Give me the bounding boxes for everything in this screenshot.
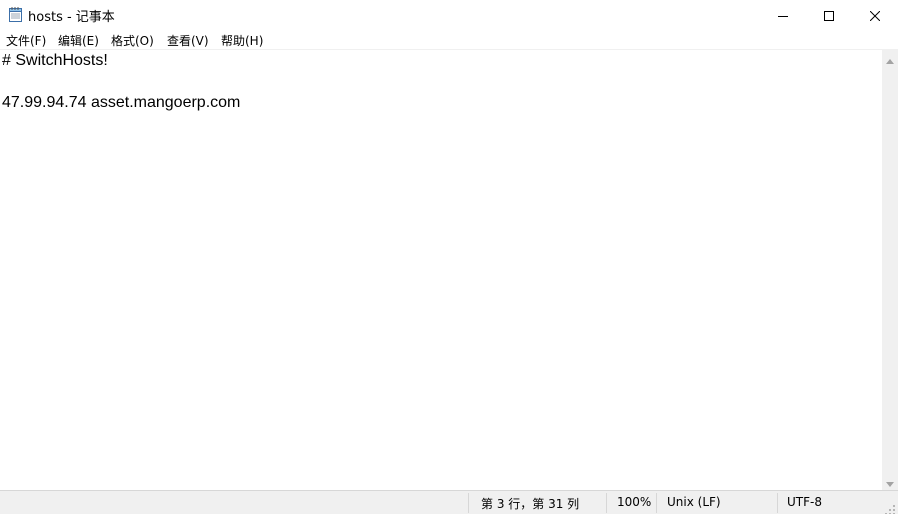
editor-line-1: # SwitchHosts! [2,52,108,69]
menu-help[interactable]: 帮助(H) [221,32,263,49]
menu-view[interactable]: 查看(V) [167,32,209,49]
maximize-icon [824,6,834,25]
minimize-button[interactable] [760,0,806,30]
scroll-down-arrow-icon [886,472,894,491]
menu-format[interactable]: 格式(O) [111,32,154,49]
menu-file[interactable]: 文件(F) [6,32,46,49]
close-icon [869,6,881,25]
status-separator [606,493,607,513]
status-zoom: 100% [617,495,652,509]
editor-line-3: 47.99.94.74 asset.mangoerp.com [2,94,241,111]
window-title: hosts - 记事本 [28,10,115,25]
close-button[interactable] [852,0,898,30]
status-bar: 第 3 行，第 31 列 100% Unix (LF) UTF-8 [0,490,898,514]
scroll-up-arrow-icon [886,49,894,68]
notepad-icon [9,7,22,22]
status-separator [468,493,469,513]
status-separator [777,493,778,513]
text-editor[interactable]: # SwitchHosts! 47.99.94.74 asset.mangoer… [0,50,882,490]
title-bar: hosts - 记事本 [0,0,898,30]
notepad-window: hosts - 记事本 文件(F) 编辑(E) 格式(O) 查看(V) 帮助(H… [0,0,898,514]
menu-edit[interactable]: 编辑(E) [58,32,99,49]
status-line-ending: Unix (LF) [667,495,721,509]
status-cursor-position: 第 3 行，第 31 列 [481,497,580,511]
minimize-icon [778,6,788,25]
maximize-button[interactable] [806,0,852,30]
menu-bar: 文件(F) 编辑(E) 格式(O) 查看(V) 帮助(H) [0,30,898,50]
scroll-up-button[interactable] [882,50,898,67]
status-encoding: UTF-8 [787,495,822,509]
resize-grip-icon[interactable] [884,501,896,514]
vertical-scrollbar[interactable] [882,50,898,490]
status-separator [656,493,657,513]
scroll-down-button[interactable] [882,473,898,490]
